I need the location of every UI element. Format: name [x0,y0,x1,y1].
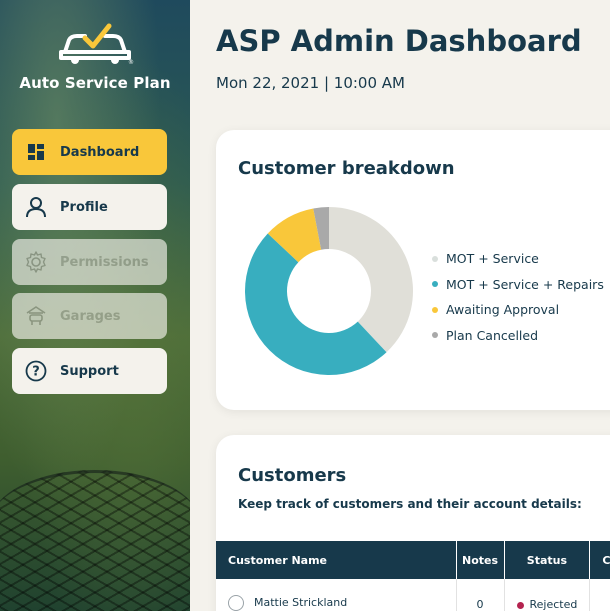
customer-breakdown-donut-chart [244,207,414,376]
sidebar-item-label: Garages [60,308,121,324]
page-title: ASP Admin Dashboard [216,24,582,58]
customer-name[interactable]: Mattie Strickland [254,596,347,609]
legend-label: MOT + Service + Repairs [446,276,604,292]
ch-cell [589,579,610,611]
table-header-row: Customer Name Notes Status Ch [216,541,610,579]
background-net-decoration [0,470,190,611]
legend-item: MOT + Service [432,246,604,272]
svg-text:?: ? [32,365,40,380]
customer-name-cell: Mattie Strickland [216,579,457,611]
column-header-notes[interactable]: Notes [456,541,505,579]
legend-label: MOT + Service [446,251,539,267]
legend-dot [432,332,438,339]
dashboard-icon [24,140,48,164]
sidebar-item-label: Support [60,363,119,379]
sidebar-item-permissions[interactable]: Permissions [12,239,167,285]
sidebar-item-profile[interactable]: Profile [12,184,167,230]
legend-label: Awaiting Approval [446,302,560,318]
customers-table: Customer Name Notes Status Ch Mattie Str… [216,541,610,611]
card-title: Customer breakdown [238,158,455,179]
chart-legend: MOT + Service MOT + Service + Repairs Aw… [432,246,604,348]
legend-item: Plan Cancelled [432,323,604,349]
customers-card: Customers Keep track of customers and th… [216,435,610,611]
garage-icon [24,304,48,328]
legend-item: Awaiting Approval [432,297,604,323]
sidebar-item-dashboard[interactable]: Dashboard [12,129,167,175]
legend-dot [432,255,438,262]
notes-cell[interactable]: 0 [456,579,505,611]
status-dot [516,601,524,609]
brand-name: Auto Service Plan [19,74,171,92]
sidebar-item-label: Profile [60,199,108,215]
card-subtitle: Keep track of customers and their accoun… [238,497,582,511]
car-check-logo-icon: ® [59,23,134,66]
column-header-ch[interactable]: Ch [589,541,610,579]
sidebar: ® Auto Service Plan Dashboard Profile Pe… [0,0,190,611]
customer-select-icon[interactable] [228,595,244,611]
status-badge: Rejected [529,598,578,611]
donut-slice-mot-service[interactable] [329,207,414,353]
table-row[interactable]: Mattie Strickland 0 Rejected [216,579,610,611]
customer-breakdown-card: Customer breakdown MOT + Service MOT + S… [216,130,610,410]
status-cell: Rejected [504,579,591,611]
help-icon: ? [24,359,48,383]
legend-dot [432,306,438,313]
sidebar-item-support[interactable]: ? Support [12,348,167,394]
brand-logo[interactable]: ® Auto Service Plan [0,22,190,92]
card-title: Customers [238,465,347,486]
sidebar-item-label: Permissions [60,254,149,270]
current-datetime: Mon 22, 2021 | 10:00 AM [216,74,405,92]
gear-icon [24,250,48,274]
column-header-customer-name[interactable]: Customer Name [216,541,457,579]
legend-dot [432,281,438,288]
legend-item: MOT + Service + Repairs [432,272,604,298]
svg-text:®: ® [128,59,134,66]
user-icon [24,195,48,219]
column-header-status[interactable]: Status [504,541,591,579]
sidebar-item-garages[interactable]: Garages [12,293,167,339]
legend-label: Plan Cancelled [446,327,539,343]
sidebar-item-label: Dashboard [60,144,140,160]
